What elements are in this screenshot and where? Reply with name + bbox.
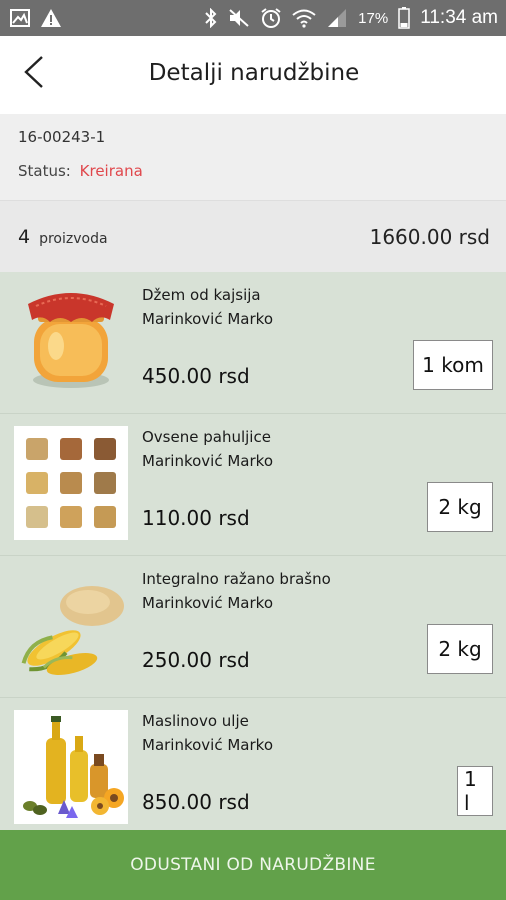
- grains-image: [14, 426, 128, 540]
- order-info: 16-00243-1 Status: Kreirana: [0, 114, 506, 200]
- product-seller: Marinković Marko: [142, 310, 273, 328]
- product-count: 4 proizvoda: [18, 226, 108, 248]
- product-price: 250.00 rsd: [142, 648, 250, 672]
- product-seller: Marinković Marko: [142, 594, 273, 612]
- order-summary: 4 proizvoda 1660.00 rsd: [0, 200, 506, 272]
- product-count-label: proizvoda: [39, 230, 108, 247]
- order-id: 16-00243-1: [18, 128, 106, 146]
- wifi-icon: [292, 8, 316, 28]
- order-total: 1660.00 rsd: [369, 224, 490, 249]
- alarm-icon: [260, 7, 282, 29]
- product-price: 450.00 rsd: [142, 364, 250, 388]
- warning-icon: [40, 8, 62, 28]
- page-title: Detalji narudžbine: [148, 60, 360, 86]
- product-name: Džem od kajsija: [142, 286, 261, 304]
- status-value: Kreirana: [79, 162, 143, 180]
- clock: 11:34 am: [420, 7, 498, 28]
- cancel-order-button[interactable]: ODUSTANI OD NARUDŽBINE: [0, 830, 506, 900]
- signal-icon: [326, 8, 348, 28]
- battery-icon: [398, 7, 410, 29]
- jam-jar-image: [14, 284, 128, 398]
- product-item[interactable]: Maslinovo ulje Marinković Marko 850.00 r…: [0, 698, 506, 830]
- status-label: Status:: [18, 162, 71, 180]
- battery-percent: 17%: [358, 9, 389, 27]
- product-name: Integralno ražano brašno: [142, 570, 331, 588]
- gallery-icon: [10, 9, 30, 27]
- product-list: Džem od kajsija Marinković Marko 450.00 …: [0, 272, 506, 830]
- quantity-box[interactable]: 1 l: [457, 766, 493, 816]
- quantity-box[interactable]: 1 kom: [413, 340, 493, 390]
- product-item[interactable]: Integralno ražano brašno Marinković Mark…: [0, 556, 506, 698]
- status-bar-right: 17% 11:34 am: [204, 7, 498, 29]
- status-bar: 17% 11:34 am: [0, 0, 506, 36]
- app-header: Detalji narudžbine: [0, 36, 506, 114]
- product-price: 110.00 rsd: [142, 506, 250, 530]
- corn-flour-image: [14, 568, 128, 682]
- product-seller: Marinković Marko: [142, 736, 273, 754]
- order-status: Status: Kreirana: [18, 162, 488, 180]
- mute-icon: [228, 8, 250, 28]
- product-name: Ovsene pahuljice: [142, 428, 271, 446]
- product-item[interactable]: Džem od kajsija Marinković Marko 450.00 …: [0, 272, 506, 414]
- product-price: 850.00 rsd: [142, 790, 250, 814]
- oil-bottles-image: [14, 710, 128, 824]
- product-item[interactable]: Ovsene pahuljice Marinković Marko 110.00…: [0, 414, 506, 556]
- quantity-box[interactable]: 2 kg: [427, 624, 493, 674]
- status-bar-left: [10, 8, 62, 28]
- product-count-value: 4: [18, 225, 31, 248]
- bluetooth-icon: [204, 8, 218, 28]
- quantity-box[interactable]: 2 kg: [427, 482, 493, 532]
- product-name: Maslinovo ulje: [142, 712, 249, 730]
- product-seller: Marinković Marko: [142, 452, 273, 470]
